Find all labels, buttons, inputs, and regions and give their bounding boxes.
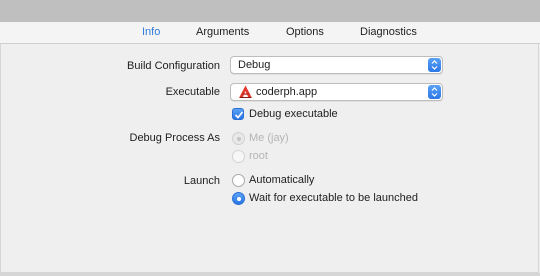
build-configuration-popup[interactable]: Debug <box>230 56 443 74</box>
debug-as-me-radio[interactable] <box>232 132 245 145</box>
info-panel <box>0 44 539 273</box>
tab-arguments[interactable]: Arguments <box>196 26 249 38</box>
tab-options[interactable]: Options <box>286 26 324 38</box>
executable-popup[interactable]: coderph.app <box>230 83 443 101</box>
title-bar <box>0 0 540 22</box>
tab-bar: Info Arguments Options Diagnostics <box>0 22 540 44</box>
tab-diagnostics[interactable]: Diagnostics <box>360 26 417 38</box>
debug-executable-label: Debug executable <box>249 108 338 120</box>
launch-automatically-label: Automatically <box>249 174 315 186</box>
app-icon <box>238 85 253 99</box>
debug-as-root-label: root <box>249 150 268 162</box>
build-configuration-label: Build Configuration <box>127 60 220 72</box>
executable-label: Executable <box>165 86 220 98</box>
tab-info[interactable]: Info <box>142 26 160 38</box>
launch-wait-label: Wait for executable to be launched <box>249 192 418 204</box>
debug-executable-checkbox[interactable] <box>232 108 244 120</box>
executable-value: coderph.app <box>256 86 318 98</box>
popup-stepper-icon <box>428 58 441 72</box>
build-configuration-value: Debug <box>238 59 271 71</box>
launch-label: Launch <box>183 175 220 187</box>
debug-as-root-radio[interactable] <box>232 150 245 163</box>
debug-process-as-label: Debug Process As <box>129 132 221 144</box>
launch-automatically-radio[interactable] <box>232 174 245 187</box>
debug-as-me-label: Me (jay) <box>249 132 289 144</box>
launch-wait-radio[interactable] <box>232 192 245 205</box>
popup-stepper-icon <box>428 85 441 99</box>
